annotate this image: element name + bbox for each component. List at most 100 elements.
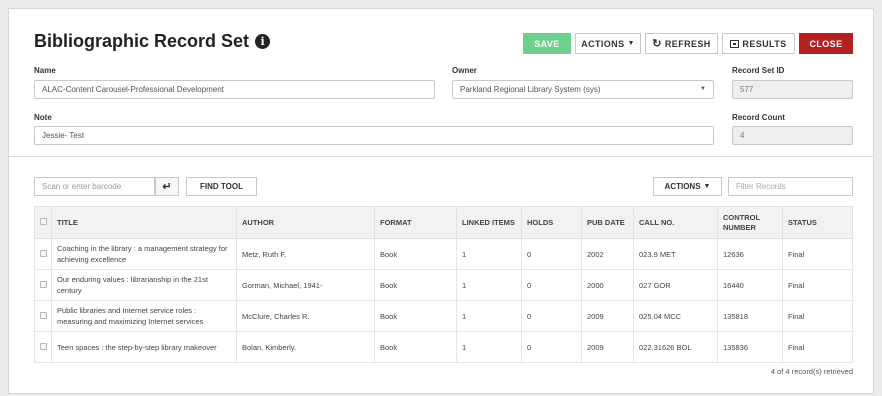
cell-pub-date: 2009 (581, 300, 634, 332)
col-pub-date[interactable]: PUB DATE (581, 206, 634, 239)
refresh-button[interactable]: ↻ REFRESH (645, 33, 718, 54)
cell-call-no: 025.04 MCC (633, 300, 718, 332)
row-checkbox[interactable] (39, 311, 47, 319)
cell-status: Final (782, 300, 853, 332)
cell-control-number: 12636 (717, 238, 783, 270)
record-set-id-label: Record Set ID (732, 66, 785, 75)
note-field[interactable]: Jessie- Test (34, 126, 714, 145)
row-select (34, 238, 52, 270)
close-button[interactable]: CLOSE (799, 33, 853, 54)
cell-call-no: 023.9 MET (633, 238, 718, 270)
results-button[interactable]: RESULTS (722, 33, 795, 54)
table-row[interactable]: Our enduring values : librarianship in t… (34, 269, 853, 301)
row-checkbox[interactable] (39, 249, 47, 257)
refresh-button-label: REFRESH (664, 38, 711, 49)
cell-title: Coaching in the library : a management s… (51, 238, 237, 270)
results-icon (730, 39, 740, 48)
records-table: TITLE AUTHOR FORMAT LINKED ITEMS HOLDS P… (34, 206, 853, 363)
cell-holds: 0 (521, 269, 582, 301)
record-set-panel: Bibliographic Record Set i SAVE ACTIONS … (8, 8, 874, 394)
actions-button[interactable]: ACTIONS ▼ (575, 33, 641, 54)
owner-label: Owner (452, 66, 477, 75)
select-all-checkbox[interactable] (39, 217, 47, 225)
row-checkbox[interactable] (39, 280, 47, 288)
cell-author: Bolan, Kimberly. (236, 331, 375, 363)
record-count-field: 4 (732, 126, 853, 145)
find-tool-button[interactable]: FIND TOOL (186, 177, 257, 196)
cell-holds: 0 (521, 331, 582, 363)
cell-status: Final (782, 238, 853, 270)
cell-linked-items: 1 (456, 238, 522, 270)
refresh-icon: ↻ (652, 38, 662, 50)
cell-format: Book (374, 238, 457, 270)
record-set-id-field: 577 (732, 80, 853, 99)
col-title[interactable]: TITLE (51, 206, 237, 239)
row-select (34, 269, 52, 301)
section-divider (9, 156, 873, 157)
save-button-label: SAVE (534, 38, 560, 49)
cell-status: Final (782, 331, 853, 363)
name-field[interactable]: ALAC-Content Carousel-Professional Devel… (34, 80, 435, 99)
col-linked-items[interactable]: LINKED ITEMS (456, 206, 522, 239)
cell-author: Metz, Ruth F. (236, 238, 375, 270)
cell-control-number: 135836 (717, 331, 783, 363)
cell-title: Our enduring values : librarianship in t… (51, 269, 237, 301)
note-label: Note (34, 113, 52, 122)
row-checkbox[interactable] (39, 342, 47, 350)
records-retrieved-status: 4 of 4 record(s) retrieved (770, 367, 853, 376)
actions-button-label: ACTIONS (581, 38, 625, 49)
table-row[interactable]: Public libraries and Internet service ro… (34, 300, 853, 332)
cell-linked-items: 1 (456, 331, 522, 363)
close-button-label: CLOSE (809, 38, 843, 49)
col-control-number[interactable]: CONTROL NUMBER (717, 206, 783, 239)
cell-status: Final (782, 269, 853, 301)
info-icon[interactable]: i (255, 34, 271, 49)
cell-format: Book (374, 331, 457, 363)
owner-select-value: Parkland Regional Library System (sys) (460, 85, 601, 94)
table-row[interactable]: Teen spaces : the step-by-step library m… (34, 331, 853, 363)
row-select (34, 331, 52, 363)
cell-linked-items: 1 (456, 269, 522, 301)
chevron-down-icon: ▼ (700, 86, 706, 92)
name-label: Name (34, 66, 56, 75)
cell-call-no: 027 GOR (633, 269, 718, 301)
cell-format: Book (374, 300, 457, 332)
cell-title: Public libraries and Internet service ro… (51, 300, 237, 332)
row-select (34, 300, 52, 332)
col-author[interactable]: AUTHOR (236, 206, 375, 239)
cell-pub-date: 2002 (581, 238, 634, 270)
cell-format: Book (374, 269, 457, 301)
filter-records-input[interactable]: Filter Records (728, 177, 853, 196)
col-holds[interactable]: HOLDS (521, 206, 582, 239)
page-title-text: Bibliographic Record Set (34, 31, 250, 51)
table-header-row: TITLE AUTHOR FORMAT LINKED ITEMS HOLDS P… (34, 206, 853, 239)
barcode-input[interactable]: Scan or enter barcode (34, 177, 155, 196)
page-title: Bibliographic Record Set i (34, 31, 271, 52)
enter-icon: ↵ (162, 181, 172, 193)
col-format[interactable]: FORMAT (374, 206, 457, 239)
cell-author: McClure, Charles R. (236, 300, 375, 332)
col-call-no[interactable]: CALL NO. (633, 206, 718, 239)
records-actions-label: ACTIONS (664, 182, 701, 191)
cell-author: Gorman, Michael, 1941- (236, 269, 375, 301)
select-all-header (34, 206, 52, 239)
owner-select[interactable]: Parkland Regional Library System (sys) ▼ (452, 80, 714, 99)
cell-control-number: 135818 (717, 300, 783, 332)
cell-holds: 0 (521, 300, 582, 332)
results-button-label: RESULTS (742, 38, 787, 49)
records-actions-button[interactable]: ACTIONS ▼ (653, 177, 722, 196)
caret-down-icon: ▼ (627, 40, 635, 47)
cell-pub-date: 2000 (581, 269, 634, 301)
cell-pub-date: 2009 (581, 331, 634, 363)
cell-control-number: 16440 (717, 269, 783, 301)
enter-button[interactable]: ↵ (155, 177, 179, 196)
cell-holds: 0 (521, 238, 582, 270)
save-button[interactable]: SAVE (523, 33, 571, 54)
table-row[interactable]: Coaching in the library : a management s… (34, 238, 853, 270)
cell-call-no: 022.31626 BOL (633, 331, 718, 363)
record-count-label: Record Count (732, 113, 785, 122)
cell-title: Teen spaces : the step-by-step library m… (51, 331, 237, 363)
cell-linked-items: 1 (456, 300, 522, 332)
col-status[interactable]: STATUS (782, 206, 853, 239)
caret-down-icon: ▼ (703, 183, 711, 190)
